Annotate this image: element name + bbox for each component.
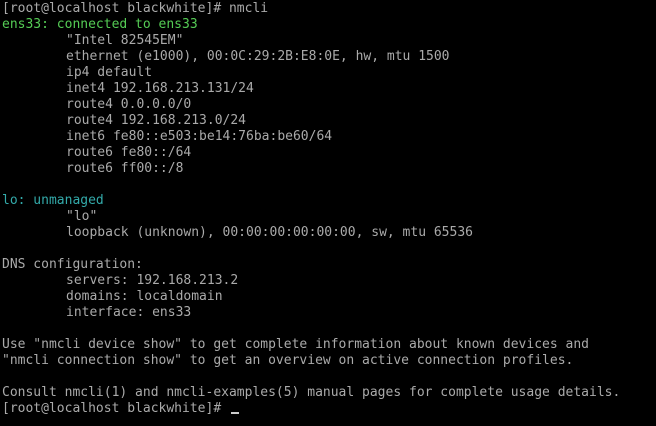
- device-detail: ethernet (e1000), 00:0C:29:2B:E8:0E, hw,…: [66, 49, 450, 64]
- device-detail: inet6 fe80::e503:be14:76ba:be60/64: [66, 129, 333, 144]
- command-prompt-line: [root@localhost blackwhite]# nmcli: [2, 1, 269, 16]
- device-detail: route6 fe80::/64: [66, 145, 192, 160]
- device-detail: route4 0.0.0.0/0: [66, 97, 192, 112]
- hint-line: Use "nmcli device show" to get complete …: [2, 337, 589, 352]
- dns-detail: servers: 192.168.213.2: [66, 273, 239, 288]
- device-detail: ip4 default: [66, 65, 153, 80]
- device-detail: inet4 192.168.213.131/24: [66, 81, 254, 96]
- terminal-window[interactable]: [root@localhost blackwhite]# nmcli ens33…: [0, 0, 656, 426]
- device-detail: "Intel 82545EM": [66, 33, 184, 48]
- consult-line: Consult nmcli(1) and nmcli-examples(5) m…: [2, 385, 621, 400]
- hint-line: "nmcli connection show" to get an overvi…: [2, 353, 574, 368]
- device-detail: "lo": [66, 209, 98, 224]
- final-prompt-line[interactable]: [root@localhost blackwhite]#: [0, 401, 656, 417]
- device-header-ens33: ens33: connected to ens33: [2, 17, 198, 32]
- device-detail: route6 ff00::/8: [66, 161, 184, 176]
- text-cursor: [230, 412, 239, 414]
- device-detail: loopback (unknown), 00:00:00:00:00:00, s…: [66, 225, 473, 240]
- device-detail: route4 192.168.213.0/24: [66, 113, 247, 128]
- device-header-lo: lo: unmanaged: [2, 193, 104, 208]
- dns-detail: interface: ens33: [66, 305, 192, 320]
- dns-detail: domains: localdomain: [66, 289, 223, 304]
- final-prompt: [root@localhost blackwhite]#: [2, 401, 229, 416]
- dns-header: DNS configuration:: [2, 257, 143, 272]
